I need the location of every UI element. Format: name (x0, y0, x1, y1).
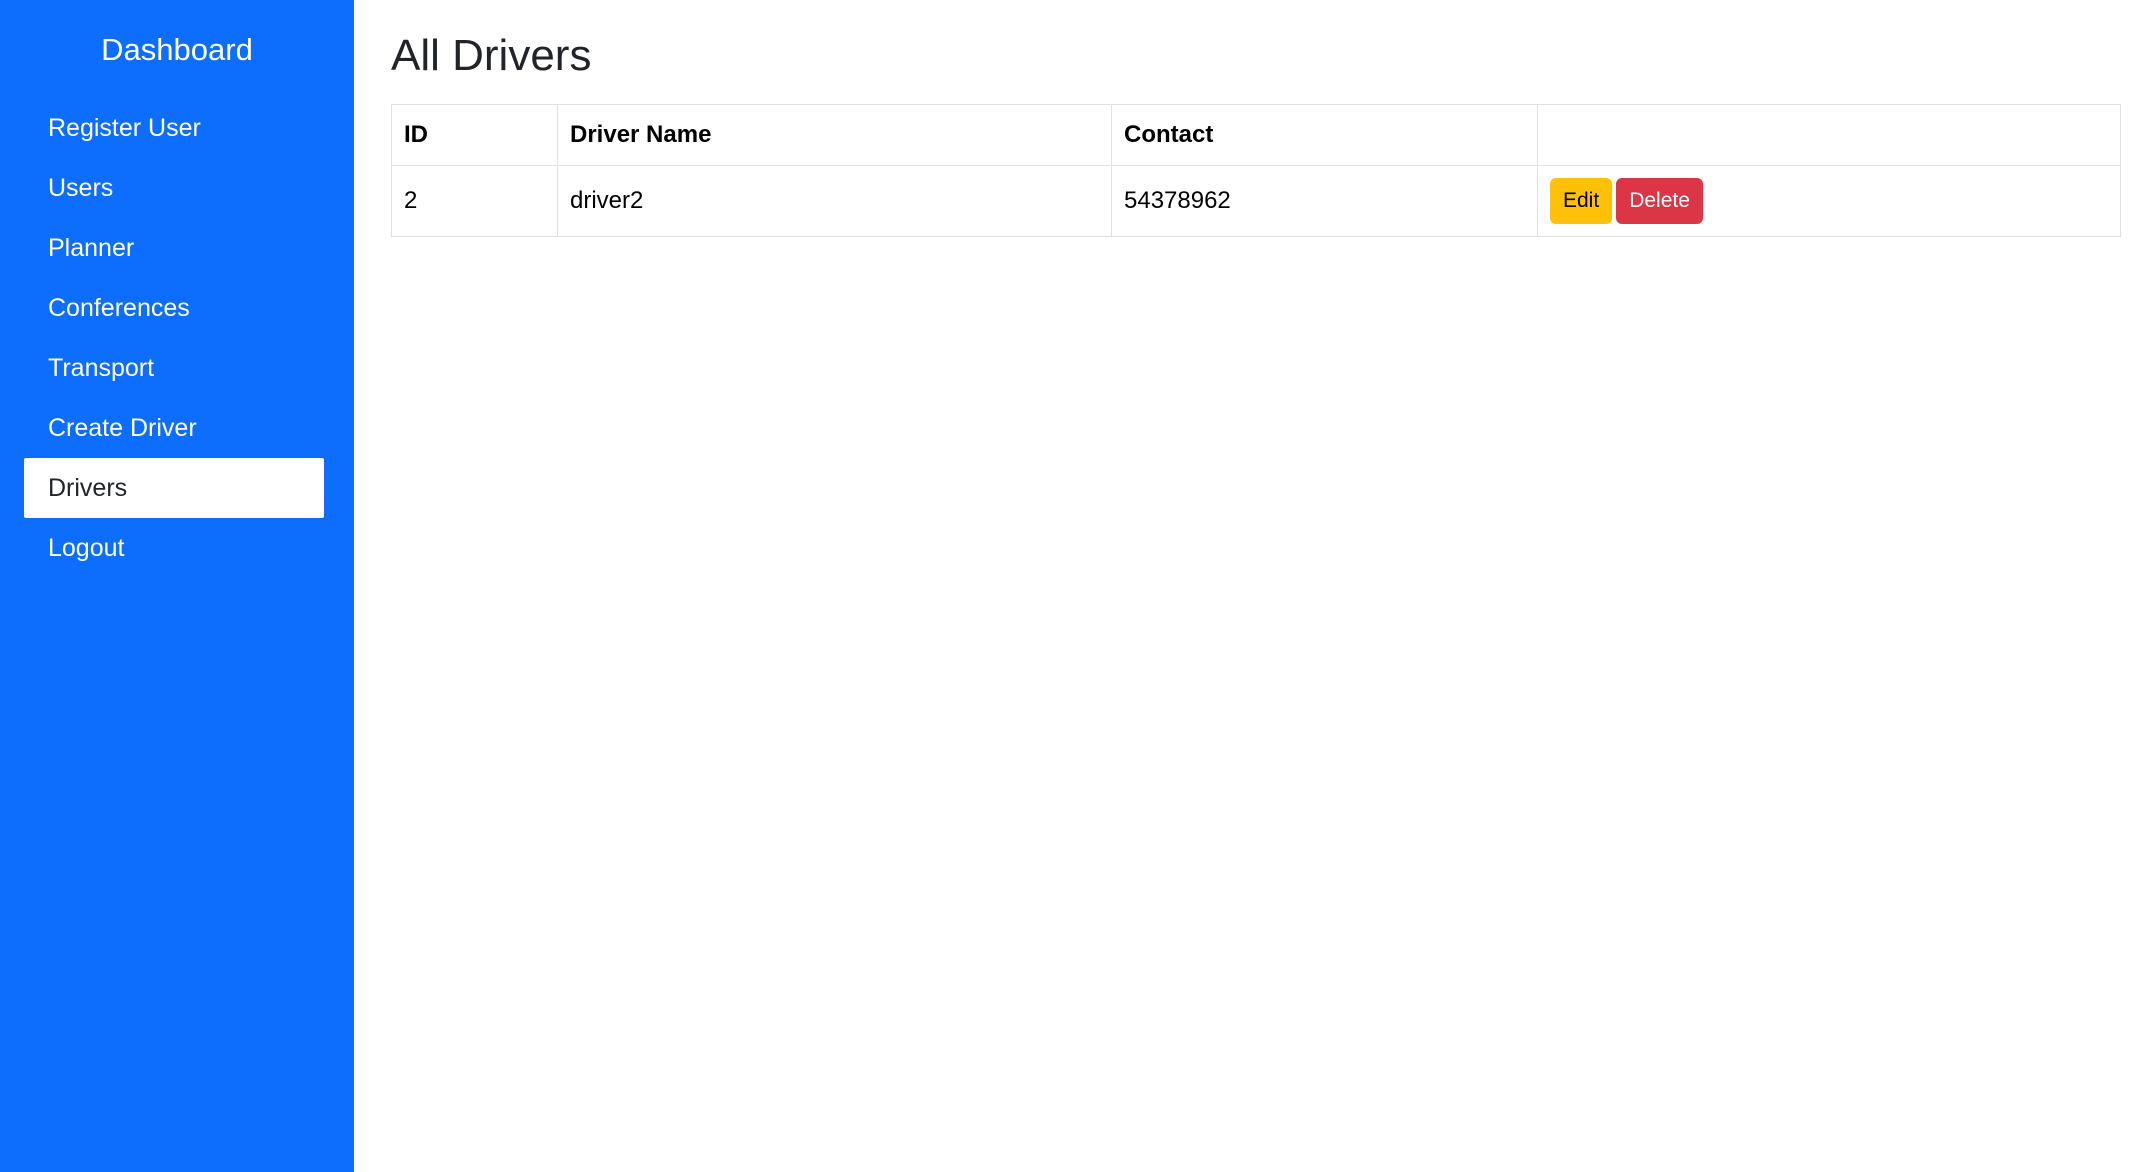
delete-button[interactable]: Delete (1616, 178, 1703, 224)
page-title: All Drivers (391, 31, 592, 80)
drivers-table: ID Driver Name Contact 2 driver2 5437896… (391, 104, 2121, 237)
column-header-id: ID (391, 104, 558, 166)
table-body: 2 driver2 54378962 Edit Delete (391, 165, 2121, 237)
cell-driver-name: driver2 (557, 165, 1112, 237)
cell-contact: 54378962 (1111, 165, 1538, 237)
sidebar-item-create-driver[interactable]: Create Driver (24, 398, 324, 458)
sidebar-nav: Register User Users Planner Conferences … (24, 98, 324, 578)
sidebar-item-logout[interactable]: Logout (24, 518, 324, 578)
table-header: ID Driver Name Contact (391, 104, 2121, 166)
column-header-actions (1537, 104, 2121, 166)
sidebar-item-drivers[interactable]: Drivers (24, 458, 324, 518)
sidebar-item-users[interactable]: Users (24, 158, 324, 218)
cell-actions: Edit Delete (1537, 165, 2121, 237)
sidebar-item-transport[interactable]: Transport (24, 338, 324, 398)
dashboard-brand-link[interactable]: Dashboard (0, 0, 354, 86)
app-root: Dashboard Register User Users Planner Co… (0, 0, 2139, 1172)
sidebar-item-conferences[interactable]: Conferences (24, 278, 324, 338)
sidebar: Dashboard Register User Users Planner Co… (0, 0, 354, 1172)
column-header-driver-name: Driver Name (557, 104, 1112, 166)
sidebar-item-register-user[interactable]: Register User (24, 98, 324, 158)
main-content: All Drivers ID Driver Name Contact 2 dri… (354, 0, 2139, 1172)
table-header-row: ID Driver Name Contact (391, 104, 2121, 166)
table-row: 2 driver2 54378962 Edit Delete (391, 165, 2121, 237)
sidebar-item-planner[interactable]: Planner (24, 218, 324, 278)
cell-id: 2 (391, 165, 558, 237)
column-header-contact: Contact (1111, 104, 1538, 166)
edit-button[interactable]: Edit (1550, 178, 1613, 224)
